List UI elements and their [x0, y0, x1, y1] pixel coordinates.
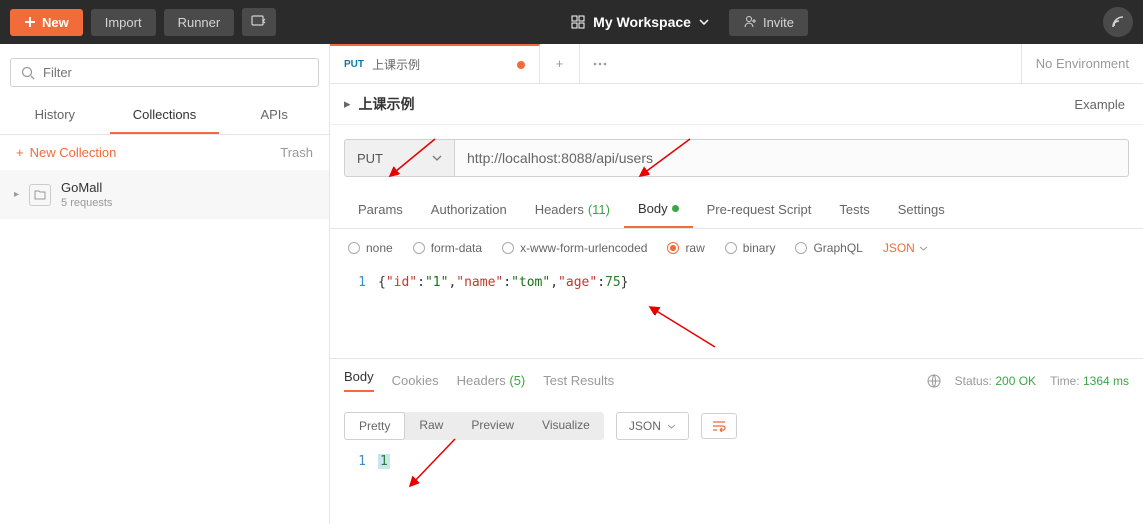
body-type-binary[interactable]: binary: [725, 241, 776, 255]
environment-select[interactable]: No Environment: [1021, 44, 1143, 83]
tab-more-button[interactable]: [580, 44, 620, 83]
tab-collections[interactable]: Collections: [110, 97, 220, 134]
collection-item[interactable]: ▸ GoMall 5 requests: [0, 170, 329, 219]
tab-history[interactable]: History: [0, 97, 110, 134]
workspace-switcher[interactable]: My Workspace: [571, 14, 709, 30]
plus-icon: +: [16, 145, 24, 160]
resp-headers-count: (5): [509, 373, 525, 388]
search-icon: [21, 66, 35, 80]
sidebar: History Collections APIs + New Collectio…: [0, 44, 330, 524]
annotation-arrow-icon: [630, 134, 700, 184]
resp-view-preview[interactable]: Preview: [457, 412, 528, 440]
wrap-lines-button[interactable]: [701, 413, 737, 439]
annotation-arrow-icon: [640, 302, 720, 352]
sync-icon-button[interactable]: [1103, 7, 1133, 37]
annotation-arrow-icon: [400, 434, 460, 494]
chevron-down-icon: [699, 19, 709, 25]
person-add-icon: [743, 15, 757, 29]
new-collection-label: New Collection: [30, 145, 117, 160]
time-value: 1364 ms: [1083, 374, 1129, 388]
tab-name: 上课示例: [372, 56, 509, 73]
annotation-arrow-icon: [380, 134, 440, 184]
main-area: PUT 上课示例 + No Environment ▸ 上课示例 Example…: [330, 44, 1143, 524]
grid-icon: [571, 15, 585, 29]
collection-count: 5 requests: [61, 197, 112, 209]
unsaved-indicator-icon: [517, 61, 525, 69]
headers-count: (11): [588, 202, 610, 217]
satellite-icon: [1110, 14, 1126, 30]
response-format-select[interactable]: JSON: [616, 412, 689, 440]
new-button[interactable]: New: [10, 9, 83, 36]
request-body-editor[interactable]: 1 {"id":"1","name":"tom","age":75}: [330, 267, 1143, 298]
request-subtabs: Params Authorization Headers (11) Body P…: [330, 191, 1143, 229]
subtab-tests[interactable]: Tests: [825, 191, 883, 228]
resp-view-visualize[interactable]: Visualize: [528, 412, 604, 440]
folder-icon: [29, 184, 51, 206]
body-dot-icon: [672, 205, 679, 212]
resp-tab-cookies[interactable]: Cookies: [392, 373, 439, 388]
sidebar-tabs: History Collections APIs: [0, 97, 329, 135]
trash-link[interactable]: Trash: [280, 145, 313, 160]
invite-button[interactable]: Invite: [729, 9, 808, 36]
subtab-authorization[interactable]: Authorization: [417, 191, 521, 228]
add-tab-button[interactable]: +: [540, 44, 580, 83]
resp-code-line-1: 1: [378, 454, 390, 469]
chevron-down-icon: [919, 246, 928, 251]
resp-tab-headers[interactable]: Headers (5): [457, 373, 526, 388]
workspace-label: My Workspace: [593, 14, 691, 30]
wrap-icon: [712, 420, 726, 432]
filter-box[interactable]: [10, 58, 319, 87]
subtab-params[interactable]: Params: [344, 191, 417, 228]
dots-icon: [593, 62, 607, 66]
collection-name: GoMall: [61, 180, 112, 195]
line-number: 1: [348, 454, 378, 469]
request-tab[interactable]: PUT 上课示例: [330, 44, 540, 83]
new-label: New: [42, 15, 69, 30]
body-type-urlencoded[interactable]: x-www-form-urlencoded: [502, 241, 647, 255]
subtab-headers[interactable]: Headers (11): [521, 191, 624, 228]
subtab-body[interactable]: Body: [624, 191, 693, 228]
breadcrumb-toggle-icon[interactable]: ▸: [344, 96, 351, 112]
examples-link[interactable]: Example: [1074, 97, 1129, 112]
resp-tab-tests[interactable]: Test Results: [543, 373, 614, 388]
body-type-row: none form-data x-www-form-urlencoded raw…: [330, 229, 1143, 267]
body-type-graphql[interactable]: GraphQL: [795, 241, 862, 255]
import-button[interactable]: Import: [91, 9, 156, 36]
url-row: PUT: [330, 125, 1143, 191]
tab-method: PUT: [344, 59, 364, 70]
filter-input[interactable]: [43, 65, 308, 80]
new-collection-button[interactable]: + New Collection: [16, 145, 116, 160]
response-header: Body Cookies Headers (5) Test Results St…: [330, 359, 1143, 402]
window-icon: [251, 15, 267, 29]
resp-tab-body[interactable]: Body: [344, 369, 374, 392]
body-type-none[interactable]: none: [348, 241, 393, 255]
breadcrumb-row: ▸ 上课示例 Example: [330, 84, 1143, 125]
tab-apis[interactable]: APIs: [219, 97, 329, 134]
code-line-1: {"id":"1","name":"tom","age":75}: [378, 275, 629, 290]
subtab-prerequest[interactable]: Pre-request Script: [693, 191, 826, 228]
globe-icon[interactable]: [927, 374, 941, 388]
status-code: 200 OK: [995, 374, 1036, 388]
app-header: New Import Runner My Workspace Invite: [0, 0, 1143, 44]
chevron-down-icon: [667, 424, 676, 429]
breadcrumb-name: 上课示例: [359, 94, 415, 114]
body-type-formdata[interactable]: form-data: [413, 241, 482, 255]
body-type-raw[interactable]: raw: [667, 241, 704, 255]
subtab-settings[interactable]: Settings: [884, 191, 959, 228]
url-input[interactable]: [454, 139, 1129, 177]
runner-button[interactable]: Runner: [164, 9, 235, 36]
line-number: 1: [348, 275, 378, 290]
new-window-button[interactable]: [242, 8, 276, 36]
resp-view-pretty[interactable]: Pretty: [344, 412, 405, 440]
status-label: Status:: [955, 374, 992, 388]
body-format-select[interactable]: JSON: [883, 241, 928, 255]
plus-icon: [24, 16, 36, 28]
request-tabs-row: PUT 上课示例 + No Environment: [330, 44, 1143, 84]
chevron-right-icon: ▸: [14, 189, 19, 200]
time-label: Time:: [1050, 374, 1080, 388]
invite-label: Invite: [763, 15, 794, 30]
